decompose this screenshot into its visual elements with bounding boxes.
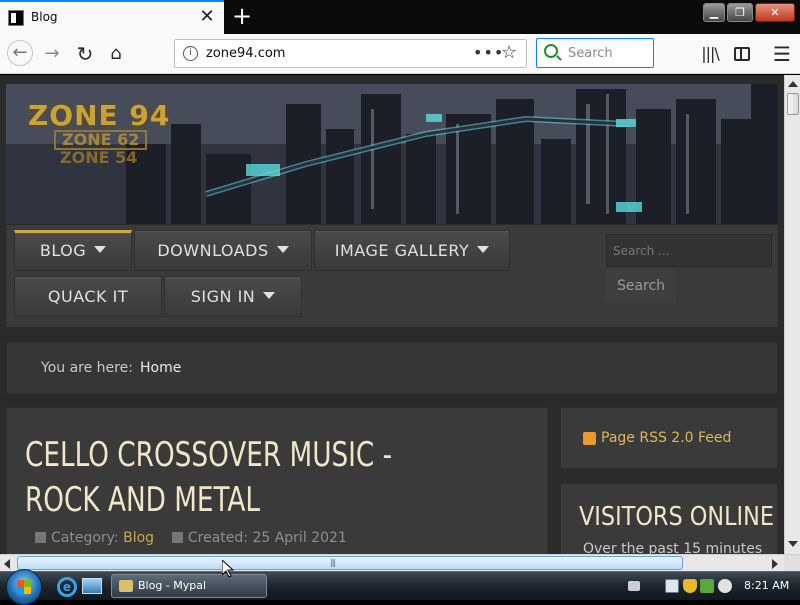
nav-item-label: QUACK IT: [47, 287, 129, 306]
chevron-down-icon: [94, 246, 107, 253]
scroll-left-icon[interactable]: [4, 559, 10, 569]
search-icon: [544, 44, 558, 58]
window-maximize-button[interactable]: ❐: [727, 3, 753, 22]
article-card: CELLO CROSSOVER MUSIC - ROCK AND METAL C…: [6, 407, 548, 554]
window-minimize-button[interactable]: ▁: [703, 3, 725, 22]
scrollbar-corner: [784, 555, 800, 572]
category-link[interactable]: Blog: [123, 530, 154, 546]
site-favicon-icon: [8, 10, 24, 26]
library-icon[interactable]: |||\: [698, 42, 722, 66]
tab-close-icon[interactable]: ✕: [198, 7, 216, 27]
site-banner: ZONE 94 ZONE 62 ZONE 54: [6, 84, 778, 224]
rss-module: Page RSS 2.0 Feed: [560, 407, 778, 469]
breadcrumb-home-link[interactable]: Home: [140, 360, 181, 376]
nav-item-label: IMAGE GALLERY: [334, 241, 470, 260]
browser-titlebar: Blog ✕ + ▁ ❐ ✕: [0, 0, 800, 34]
window-close-button[interactable]: ✕: [755, 3, 795, 22]
security-shield-icon[interactable]: [683, 579, 697, 593]
network-icon[interactable]: [700, 579, 714, 593]
mypal-app-icon: [119, 580, 133, 592]
search-input[interactable]: Search: [536, 38, 654, 68]
forward-arrow-icon[interactable]: →: [40, 42, 64, 66]
vertical-scroll-thumb[interactable]: [787, 93, 799, 115]
search-tray-icon[interactable]: [718, 579, 732, 593]
internet-explorer-icon[interactable]: e: [57, 577, 77, 597]
nav-item-sign-in[interactable]: SIGN IN: [164, 276, 302, 317]
vertical-scrollbar[interactable]: [784, 75, 800, 554]
hamburger-menu-icon[interactable]: ☰: [770, 42, 794, 66]
chevron-down-icon: [276, 246, 289, 253]
clock[interactable]: 8:21 AM: [744, 579, 789, 592]
article-title[interactable]: CELLO CROSSOVER MUSIC - ROCK AND METAL: [25, 433, 455, 523]
scroll-right-icon[interactable]: [772, 559, 778, 569]
folder-icon: [35, 532, 46, 543]
new-tab-button[interactable]: +: [230, 3, 254, 29]
page-content: ZONE 94 ZONE 62 ZONE 54 BLOG DOWNLOADS I…: [0, 75, 784, 554]
browser-tab[interactable]: Blog ✕: [0, 0, 224, 34]
windows-logo-icon: [17, 580, 31, 594]
site-logo[interactable]: ZONE 94: [28, 99, 170, 132]
scroll-grip-icon: |||: [330, 558, 336, 567]
sidebar-icon[interactable]: [730, 42, 754, 66]
visitors-module: VISITORS ONLINE Over the past 15 minutes: [560, 483, 778, 554]
home-icon[interactable]: ⌂: [104, 42, 128, 66]
logo-tertiary-text: ZONE 54: [60, 148, 138, 167]
taskbar-window-label: Blog - Mypal: [138, 579, 207, 592]
url-text[interactable]: zone94.com: [206, 46, 285, 61]
browser-toolbar: ← → ↻ ⌂ i zone94.com ••• ☆ Search |||\ ☰: [0, 34, 800, 74]
nav-item-blog[interactable]: BLOG: [14, 230, 132, 271]
calendar-icon: [171, 532, 183, 543]
rss-icon: [583, 432, 596, 445]
search-placeholder: Search: [568, 46, 613, 61]
chevron-down-icon: [263, 292, 276, 299]
nav-item-downloads[interactable]: DOWNLOADS: [134, 230, 312, 271]
action-center-icon[interactable]: [665, 579, 679, 593]
nav-item-label: BLOG: [39, 241, 87, 260]
category-label: Category:: [51, 530, 119, 546]
visitors-heading: VISITORS ONLINE: [579, 502, 775, 532]
keyboard-icon[interactable]: [628, 581, 640, 591]
horizontal-scrollbar[interactable]: |||: [0, 554, 800, 572]
chevron-down-icon: [477, 246, 490, 253]
site-search-input[interactable]: Search ...: [606, 234, 772, 267]
scroll-up-icon[interactable]: [788, 81, 798, 87]
horizontal-scroll-thumb[interactable]: [17, 556, 683, 570]
reload-icon[interactable]: ↻: [73, 42, 97, 66]
breadcrumb-label: You are here:: [41, 360, 133, 376]
article-meta: Category: Blog Created: 25 April 2021: [35, 530, 347, 546]
site-nav: BLOG DOWNLOADS IMAGE GALLERY QUACK IT SI…: [6, 225, 778, 327]
rss-feed-link[interactable]: Page RSS 2.0 Feed: [601, 430, 731, 446]
back-arrow-icon[interactable]: ←: [7, 40, 33, 66]
show-desktop-icon[interactable]: [82, 578, 102, 594]
created-date: Created: 25 April 2021: [187, 530, 347, 546]
taskbar: e Blog - Mypal 8:21 AM: [0, 569, 800, 605]
taskbar-window-button[interactable]: Blog - Mypal: [111, 574, 267, 598]
scroll-down-icon[interactable]: [788, 541, 798, 547]
nav-item-label: SIGN IN: [190, 287, 256, 306]
logo-secondary-text: ZONE 62: [54, 130, 148, 150]
tab-title: Blog: [31, 10, 58, 24]
address-bar[interactable]: i zone94.com ••• ☆: [174, 39, 527, 68]
visitors-subtitle: Over the past 15 minutes: [583, 541, 763, 554]
page-actions-icon[interactable]: •••: [473, 43, 504, 62]
nav-item-label: DOWNLOADS: [157, 241, 269, 260]
nav-item-image-gallery[interactable]: IMAGE GALLERY: [314, 230, 510, 271]
breadcrumb: You are here: Home: [6, 342, 778, 394]
site-search-button[interactable]: Search: [606, 270, 676, 302]
star-icon[interactable]: ☆: [501, 42, 517, 63]
info-icon[interactable]: i: [183, 46, 198, 61]
nav-item-quack-it[interactable]: QUACK IT: [14, 276, 162, 317]
